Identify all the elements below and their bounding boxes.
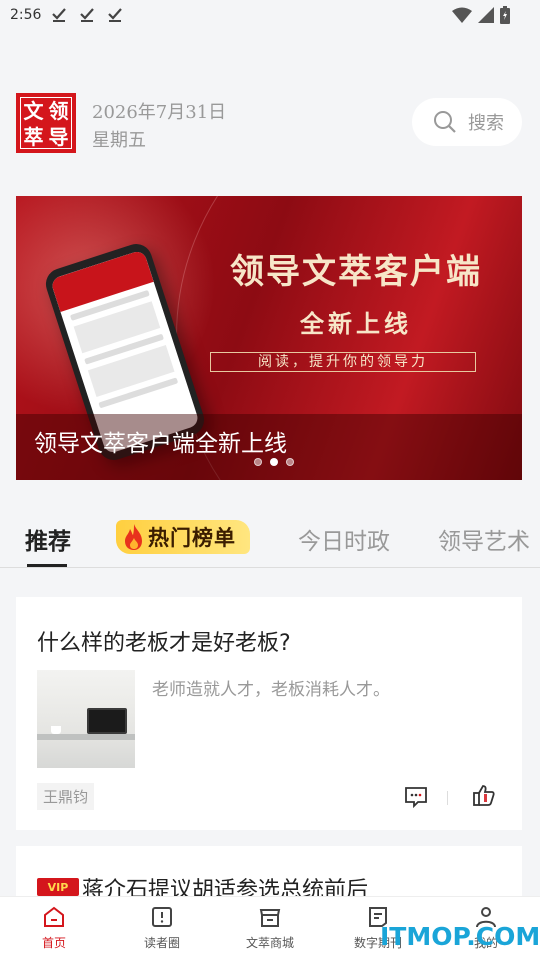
book-icon [152, 907, 172, 927]
article-thumbnail[interactable] [37, 670, 135, 768]
hot-list-label: 热门榜单 [148, 526, 236, 550]
cup-illustration [51, 726, 61, 734]
home-icon [44, 906, 64, 927]
search-button[interactable]: 搜索 [412, 98, 522, 146]
article-title[interactable]: 什么样的老板才是好老板? [37, 625, 291, 657]
fire-icon [125, 524, 142, 550]
download-done-icon [108, 8, 122, 22]
banner-title: 领导文萃客户端 [230, 252, 482, 292]
logo-char: 导 [48, 125, 69, 149]
article-excerpt: 老师造就人才，老板消耗人才。 [152, 680, 390, 700]
author-badge[interactable]: 王鼎钧 [37, 783, 95, 810]
tab-leadership-art[interactable]: 领导艺术 [438, 522, 530, 556]
notification-icons [50, 6, 124, 24]
wifi-icon [452, 7, 472, 23]
banner-slogan: 阅读，提升你的领导力 [210, 352, 476, 372]
vip-label: VIP [47, 880, 69, 894]
tab-recommend[interactable]: 推荐 [25, 522, 71, 556]
carousel-indicator [254, 458, 294, 466]
nav-store[interactable]: 文萃商城 [216, 905, 324, 951]
battery-icon [500, 6, 510, 24]
category-tabs: 推荐 热门榜单 今日时政 领导艺术 [0, 510, 540, 568]
store-icon [259, 909, 281, 927]
download-done-icon [52, 8, 66, 22]
nav-label: 文萃商城 [245, 936, 294, 950]
nav-label: 首页 [41, 936, 66, 950]
signal-icon [478, 7, 494, 23]
download-done-icon [80, 8, 94, 22]
comment-icon[interactable] [404, 785, 428, 809]
header: 文 领 萃 导 2026年7月31日 星期五 搜索 [0, 90, 540, 156]
carousel-dot-active[interactable] [270, 458, 278, 466]
logo-char: 领 [48, 99, 69, 123]
carousel-dot[interactable] [254, 458, 262, 466]
banner-subtitle: 全新上线 [300, 310, 412, 338]
search-icon [434, 111, 456, 133]
status-right-icons [452, 6, 510, 24]
status-time: 2:56 [10, 7, 42, 23]
nav-reader-circle[interactable]: 读者圈 [108, 905, 216, 951]
carousel-dot[interactable] [286, 458, 294, 466]
search-label: 搜索 [468, 113, 504, 134]
app-logo: 文 领 萃 导 [16, 93, 76, 153]
laptop-illustration [87, 708, 127, 734]
desk-illustration [37, 734, 135, 740]
vip-badge: VIP [37, 878, 79, 896]
active-tab-indicator [27, 564, 67, 567]
status-bar: 2:56 [0, 0, 540, 34]
logo-char: 文 [23, 99, 44, 123]
current-date: 2026年7月31日 [92, 102, 227, 123]
current-weekday: 星期五 [92, 130, 146, 151]
logo-char: 萃 [23, 125, 44, 149]
thumbs-up-icon[interactable] [472, 783, 496, 807]
tab-today-politics[interactable]: 今日时政 [298, 522, 390, 556]
nav-home[interactable]: 首页 [0, 905, 108, 951]
action-divider [447, 791, 448, 805]
banner-caption: 领导文萃客户端全新上线 [34, 431, 287, 457]
tab-hot-list[interactable]: 热门榜单 [116, 520, 250, 554]
site-watermark: ITMOP.COM [380, 922, 540, 951]
banner-carousel[interactable]: 领导文萃客户端 全新上线 阅读，提升你的领导力 领导文萃客户端全新上线 [16, 196, 522, 480]
article-card[interactable]: 什么样的老板才是好老板? 老师造就人才，老板消耗人才。 王鼎钧 [16, 597, 522, 830]
nav-label: 读者圈 [143, 936, 180, 950]
